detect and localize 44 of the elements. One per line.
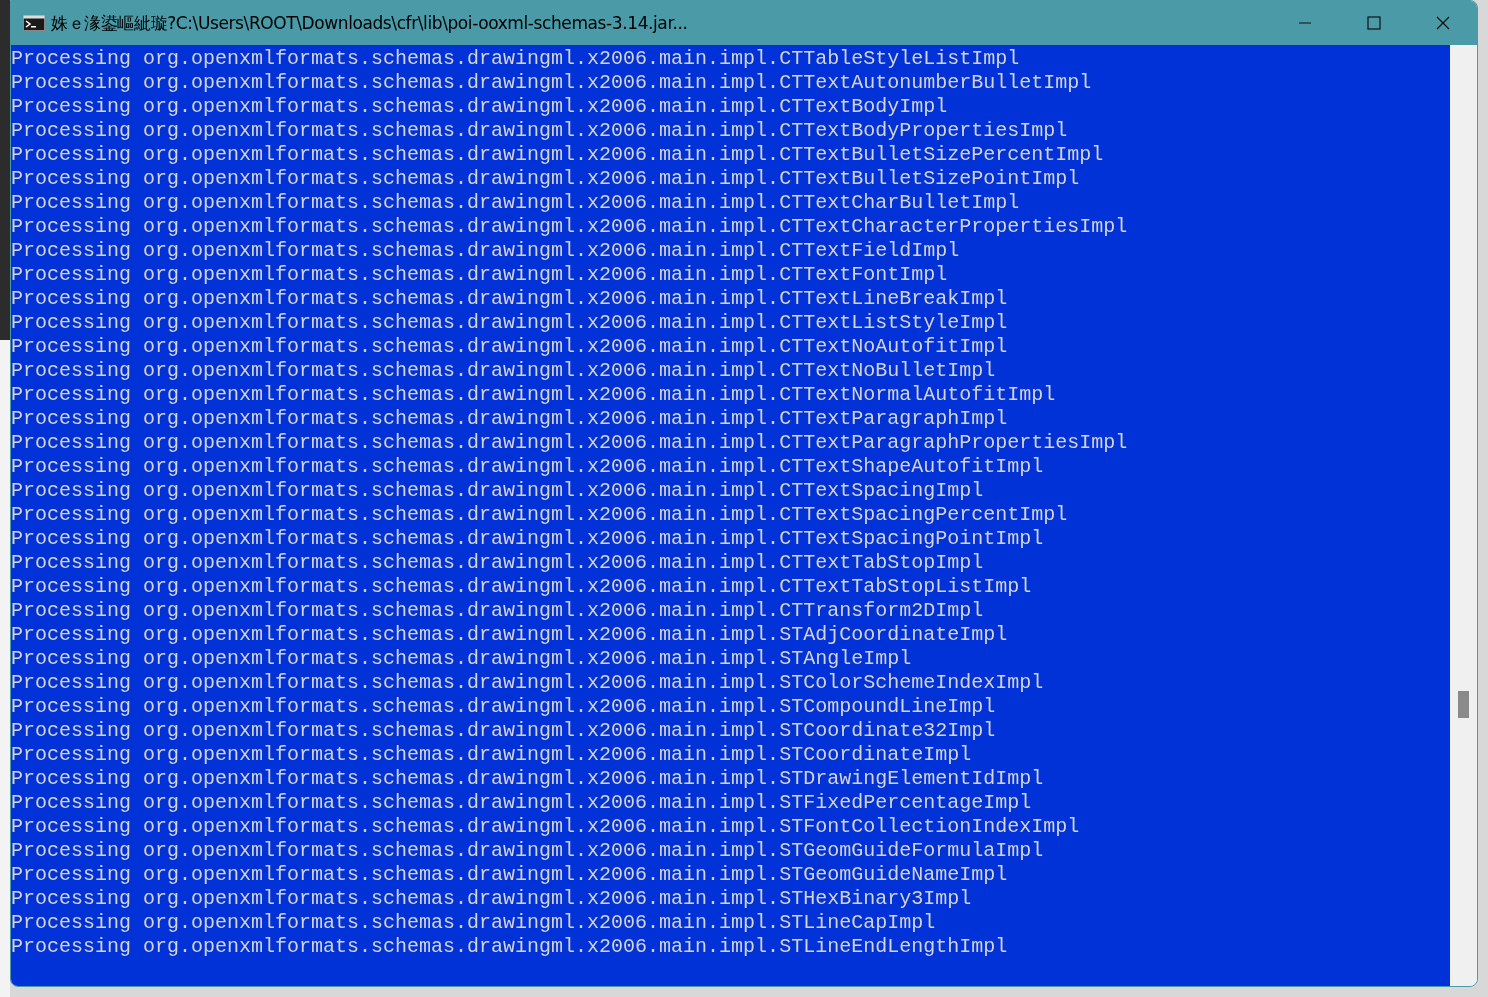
console-line: Processing org.openxmlformats.schemas.drawingml.x2006.main.impl.CTTextNoBulletImpl bbox=[11, 359, 997, 383]
console-line: Processing org.openxmlformats.schemas.drawingml.x2006.main.impl.STLineEndLengthImpl bbox=[11, 935, 1009, 959]
console-line: Processing org.openxmlformats.schemas.drawingml.x2006.main.impl.CTTextShapeAutofitImpl bbox=[11, 455, 1045, 479]
console-line: Processing org.openxmlformats.schemas.drawingml.x2006.main.impl.STAngleImpl bbox=[11, 647, 913, 671]
close-icon bbox=[1434, 15, 1451, 31]
console-line: Processing org.openxmlformats.schemas.drawingml.x2006.main.impl.CTTextCharacterPropertiesImpl bbox=[11, 215, 1129, 239]
console-line: Processing org.openxmlformats.schemas.drawingml.x2006.main.impl.CTTransform2DImpl bbox=[11, 599, 985, 623]
console-line: Processing org.openxmlformats.schemas.drawingml.x2006.main.impl.CTTextParagraphImpl bbox=[11, 407, 1009, 431]
maximize-icon bbox=[1365, 15, 1382, 31]
console-line: Processing org.openxmlformats.schemas.drawingml.x2006.main.impl.CTTextAutonumberBulletImpl bbox=[11, 71, 1093, 95]
console-line: Processing org.openxmlformats.schemas.drawingml.x2006.main.impl.CTTextListStyleImpl bbox=[11, 311, 1009, 335]
console-line: Processing org.openxmlformats.schemas.drawingml.x2006.main.impl.STCompoundLineImpl bbox=[11, 695, 997, 719]
console-line: Processing org.openxmlformats.schemas.drawingml.x2006.main.impl.STGeomGuideFormulaImpl bbox=[11, 839, 1045, 863]
console-line: Processing org.openxmlformats.schemas.drawingml.x2006.main.impl.STCoordinate32Impl bbox=[11, 719, 997, 743]
console-line: Processing org.openxmlformats.schemas.drawingml.x2006.main.impl.CTTextBulletSizePercentImpl bbox=[11, 143, 1105, 167]
console-line: Processing org.openxmlformats.schemas.drawingml.x2006.main.impl.CTTextSpacingPercentImpl bbox=[11, 503, 1069, 527]
console-line: Processing org.openxmlformats.schemas.drawingml.x2006.main.impl.STLineCapImpl bbox=[11, 911, 937, 935]
console-line: Processing org.openxmlformats.schemas.drawingml.x2006.main.impl.CTTextBulletSizePointImpl bbox=[11, 167, 1081, 191]
console-line: Processing org.openxmlformats.schemas.drawingml.x2006.main.impl.CTTextFieldImpl bbox=[11, 239, 961, 263]
console-line: Processing org.openxmlformats.schemas.drawingml.x2006.main.impl.CTTableStyleListImpl bbox=[11, 47, 1021, 71]
scrollbar-thumb[interactable] bbox=[1458, 691, 1469, 718]
console-line: Processing org.openxmlformats.schemas.drawingml.x2006.main.impl.CTTextTabStopListImpl bbox=[11, 575, 1033, 599]
console-line: Processing org.openxmlformats.schemas.drawingml.x2006.main.impl.CTTextBodyImpl bbox=[11, 95, 949, 119]
console-line: Processing org.openxmlformats.schemas.drawingml.x2006.main.impl.CTTextLineBreakImpl bbox=[11, 287, 1009, 311]
console-line: Processing org.openxmlformats.schemas.drawingml.x2006.main.impl.STCoordinateImpl bbox=[11, 743, 973, 767]
console-line: Processing org.openxmlformats.schemas.drawingml.x2006.main.impl.CTTextNoAutofitImpl bbox=[11, 335, 1009, 359]
console-line: Processing org.openxmlformats.schemas.drawingml.x2006.main.impl.CTTextCharBulletImpl bbox=[11, 191, 1021, 215]
console-line: Processing org.openxmlformats.schemas.drawingml.x2006.main.impl.STHexBinary3Impl bbox=[11, 887, 973, 911]
minimize-icon bbox=[1298, 22, 1311, 24]
console-line: Processing org.openxmlformats.schemas.drawingml.x2006.main.impl.CTTextSpacingImpl bbox=[11, 479, 985, 503]
console-line: Processing org.openxmlformats.schemas.drawingml.x2006.main.impl.STGeomGuideNameImpl bbox=[11, 863, 1009, 887]
terminal-icon bbox=[23, 15, 45, 31]
console-line: Processing org.openxmlformats.schemas.drawingml.x2006.main.impl.STAdjCoordinateImpl bbox=[11, 623, 1009, 647]
console-line: Processing org.openxmlformats.schemas.drawingml.x2006.main.impl.CTTextFontImpl bbox=[11, 263, 949, 287]
window-title: 姝ｅ湪鍙嶇紪璇?C:\Users\ROOT\Downloads\cfr\lib\poi-ooxml-schemas-3.14.jar... bbox=[51, 11, 688, 35]
console-line: Processing org.openxmlformats.schemas.drawingml.x2006.main.impl.CTTextTabStopImpl bbox=[11, 551, 985, 575]
console-line: Processing org.openxmlformats.schemas.drawingml.x2006.main.impl.STFontCollectionIndexImpl bbox=[11, 815, 1081, 839]
console-line: Processing org.openxmlformats.schemas.drawingml.x2006.main.impl.STFixedPercentageImpl bbox=[11, 791, 1033, 815]
console-line: Processing org.openxmlformats.schemas.drawingml.x2006.main.impl.STDrawingElementIdImpl bbox=[11, 767, 1045, 791]
console-line: Processing org.openxmlformats.schemas.drawingml.x2006.main.impl.CTTextBodyPropertiesImpl bbox=[11, 119, 1069, 143]
console-line: Processing org.openxmlformats.schemas.drawingml.x2006.main.impl.STColorSchemeIndexImpl bbox=[11, 671, 1045, 695]
console-line: Processing org.openxmlformats.schemas.drawingml.x2006.main.impl.CTTextSpacingPointImpl bbox=[11, 527, 1045, 551]
console-line: Processing org.openxmlformats.schemas.drawingml.x2006.main.impl.CTTextNormalAutofitImpl bbox=[11, 383, 1057, 407]
console-line: Processing org.openxmlformats.schemas.drawingml.x2006.main.impl.CTTextParagraphPropertiesImpl bbox=[11, 431, 1129, 455]
